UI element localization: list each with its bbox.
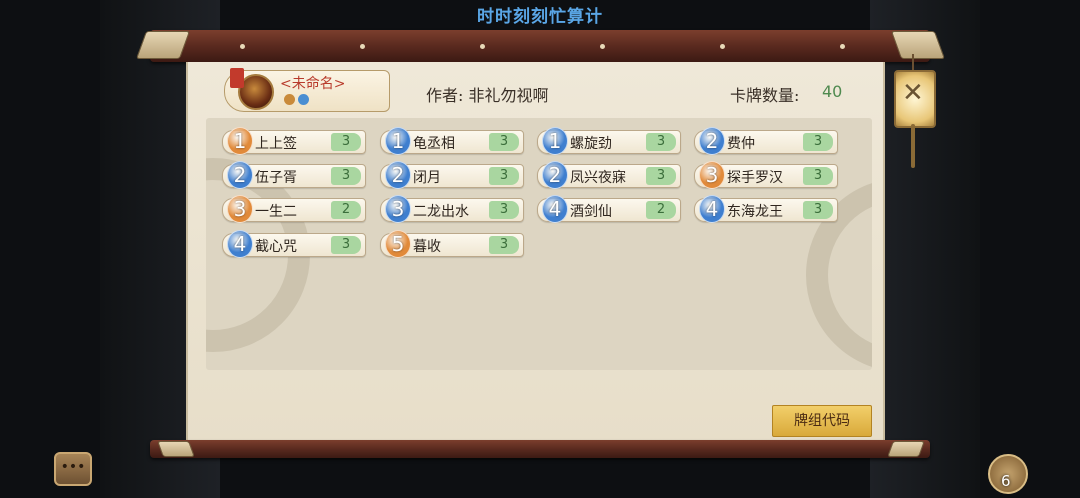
card-cost-badge: 3	[227, 195, 253, 223]
window-title: 时时刻刻忙算计	[477, 7, 603, 27]
author-name: 非礼勿视啊	[468, 86, 549, 105]
card-count-value: 40	[822, 82, 843, 101]
scroll-bottom-rod	[150, 440, 930, 458]
card-cost-badge: 2	[227, 161, 253, 189]
card-item[interactable]: 3 一生二 2	[222, 195, 366, 223]
card-cost-badge: 3	[699, 161, 725, 189]
card-item[interactable]: 2 伍子胥 3	[222, 161, 366, 189]
card-quantity: 3	[489, 201, 519, 219]
rod-rivet	[240, 44, 245, 49]
card-quantity: 3	[489, 133, 519, 151]
rod-rivet	[840, 44, 845, 49]
card-item[interactable]: 1 上上签 3	[222, 127, 366, 155]
rod-rivet	[480, 44, 485, 49]
card-quantity: 3	[646, 133, 676, 151]
card-quantity: 3	[331, 167, 361, 185]
card-item[interactable]: 4 酒剑仙 2	[537, 195, 681, 223]
card-quantity: 3	[646, 167, 676, 185]
card-name: 东海龙王	[727, 204, 783, 220]
card-cost-badge: 2	[385, 161, 411, 189]
element-badge-icon	[284, 94, 295, 105]
card-cost-badge: 4	[542, 195, 568, 223]
card-quantity: 3	[803, 167, 833, 185]
card-name: 酒剑仙	[570, 204, 612, 220]
scroll-top-rod	[150, 30, 930, 62]
card-name: 二龙出水	[413, 204, 469, 220]
card-cost-badge: 4	[227, 230, 253, 258]
card-cost-badge: 2	[542, 161, 568, 189]
card-quantity: 3	[331, 133, 361, 151]
card-name: 上上签	[255, 136, 297, 152]
card-cost-badge: 1	[227, 127, 253, 155]
card-name: 闭月	[413, 170, 441, 186]
card-item[interactable]: 3 探手罗汉 3	[694, 161, 838, 189]
card-quantity: 3	[331, 236, 361, 254]
card-quantity: 2	[331, 201, 361, 219]
rod-rivet	[720, 44, 725, 49]
card-name: 螺旋劲	[570, 136, 612, 152]
chat-icon[interactable]: •••	[54, 452, 92, 486]
card-quantity: 3	[489, 167, 519, 185]
scroll-bottom-right-cap	[887, 441, 925, 457]
lantern-tassel	[911, 124, 915, 168]
card-name: 凤兴夜寐	[570, 170, 626, 186]
card-cost-badge: 3	[385, 195, 411, 223]
card-item[interactable]: 2 闭月 3	[380, 161, 524, 189]
card-item[interactable]: 3 二龙出水 3	[380, 195, 524, 223]
rod-rivet	[360, 44, 365, 49]
card-cost-badge: 2	[699, 127, 725, 155]
card-item[interactable]: 4 东海龙王 3	[694, 195, 838, 223]
card-cost-badge: 4	[699, 195, 725, 223]
deck-name: <未命名>	[280, 76, 346, 92]
card-item[interactable]: 2 凤兴夜寐 3	[537, 161, 681, 189]
card-name: 龟丞相	[413, 136, 455, 152]
card-name: 伍子胥	[255, 170, 297, 186]
scroll-bottom-left-cap	[157, 441, 195, 457]
card-item[interactable]: 2 费仲 3	[694, 127, 838, 155]
card-count-label: 卡牌数量:	[730, 86, 800, 105]
deck-code-button[interactable]: 牌组代码	[772, 405, 872, 437]
card-quantity: 3	[489, 236, 519, 254]
card-quantity: 2	[646, 201, 676, 219]
card-item[interactable]: 1 螺旋劲 3	[537, 127, 681, 155]
card-cost-badge: 1	[385, 127, 411, 155]
rod-rivet	[600, 44, 605, 49]
bag-count: 6	[1001, 472, 1011, 490]
card-name: 探手罗汉	[727, 170, 783, 186]
author-line: 作者: 非礼勿视啊	[426, 82, 549, 106]
card-item[interactable]: 5 暮收 3	[380, 230, 524, 258]
card-cost-badge: 1	[542, 127, 568, 155]
card-name: 截心咒	[255, 239, 297, 255]
card-item[interactable]: 1 龟丞相 3	[380, 127, 524, 155]
card-cost-badge: 5	[385, 230, 411, 258]
card-item[interactable]: 4 截心咒 3	[222, 230, 366, 258]
author-label: 作者:	[426, 86, 464, 105]
close-icon[interactable]: ✕	[902, 78, 924, 108]
element-badge-icon	[298, 94, 309, 105]
card-name: 一生二	[255, 204, 297, 220]
ribbon-icon	[230, 68, 244, 88]
card-name: 费仲	[727, 136, 755, 152]
lantern-string	[912, 54, 914, 70]
card-quantity: 3	[803, 133, 833, 151]
card-quantity: 3	[803, 201, 833, 219]
card-name: 暮收	[413, 239, 441, 255]
